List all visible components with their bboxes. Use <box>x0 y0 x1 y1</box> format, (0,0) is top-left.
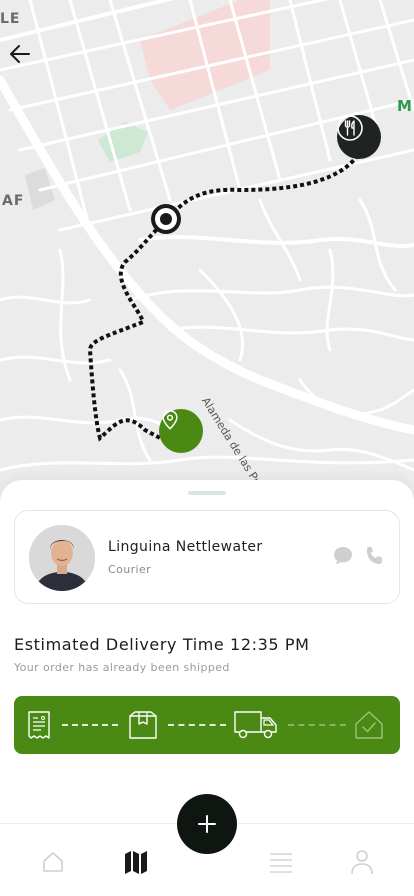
map-place-label: LE <box>0 11 21 27</box>
delivery-progress-tracker <box>14 696 400 754</box>
shipping-status-text: Your order has already been shipped <box>14 661 230 674</box>
progress-connector <box>168 724 226 726</box>
step-order-placed <box>26 710 52 740</box>
home-check-icon <box>355 711 383 739</box>
courier-card: Linguina Nettlewater Courier <box>14 510 400 604</box>
chat-bubble-icon <box>334 547 352 565</box>
courier-photo <box>29 525 95 591</box>
nav-list[interactable] <box>267 848 295 876</box>
package-icon <box>129 711 157 739</box>
step-in-transit <box>234 710 278 740</box>
truck-icon <box>234 711 277 739</box>
fork-knife-icon <box>337 115 363 141</box>
location-dot-icon <box>155 208 177 230</box>
step-packed <box>128 710 158 740</box>
arrow-left-icon <box>10 45 30 63</box>
home-icon <box>43 852 63 872</box>
user-icon <box>351 850 373 875</box>
call-button[interactable] <box>363 544 387 568</box>
map-view[interactable]: LE AF M Alameda de las Pulgas <box>0 0 414 500</box>
add-button[interactable] <box>177 794 237 854</box>
courier-name: Linguina Nettlewater <box>108 539 263 555</box>
progress-connector <box>288 724 346 726</box>
nav-home[interactable] <box>39 848 67 876</box>
restaurant-marker[interactable] <box>337 115 381 159</box>
list-icon <box>270 853 292 873</box>
map-place-label: AF <box>2 193 25 209</box>
phone-icon <box>367 547 382 564</box>
avatar <box>29 525 95 591</box>
courier-role: Courier <box>108 563 152 576</box>
plus-icon <box>198 815 216 833</box>
nav-map[interactable] <box>122 848 150 876</box>
drag-handle[interactable] <box>188 491 226 495</box>
map-pin-icon <box>162 410 178 430</box>
back-button[interactable] <box>8 42 38 72</box>
map-icon <box>125 851 147 874</box>
courier-location-marker[interactable] <box>151 204 181 234</box>
chat-button[interactable] <box>331 544 355 568</box>
receipt-icon <box>28 711 50 739</box>
progress-connector <box>62 724 118 726</box>
map-streets <box>0 0 414 500</box>
map-place-label: M <box>397 97 413 115</box>
nav-profile[interactable] <box>348 848 376 876</box>
destination-marker[interactable] <box>159 409 203 453</box>
step-delivered <box>354 710 384 740</box>
estimated-delivery-time: Estimated Delivery Time 12:35 PM <box>14 635 310 654</box>
